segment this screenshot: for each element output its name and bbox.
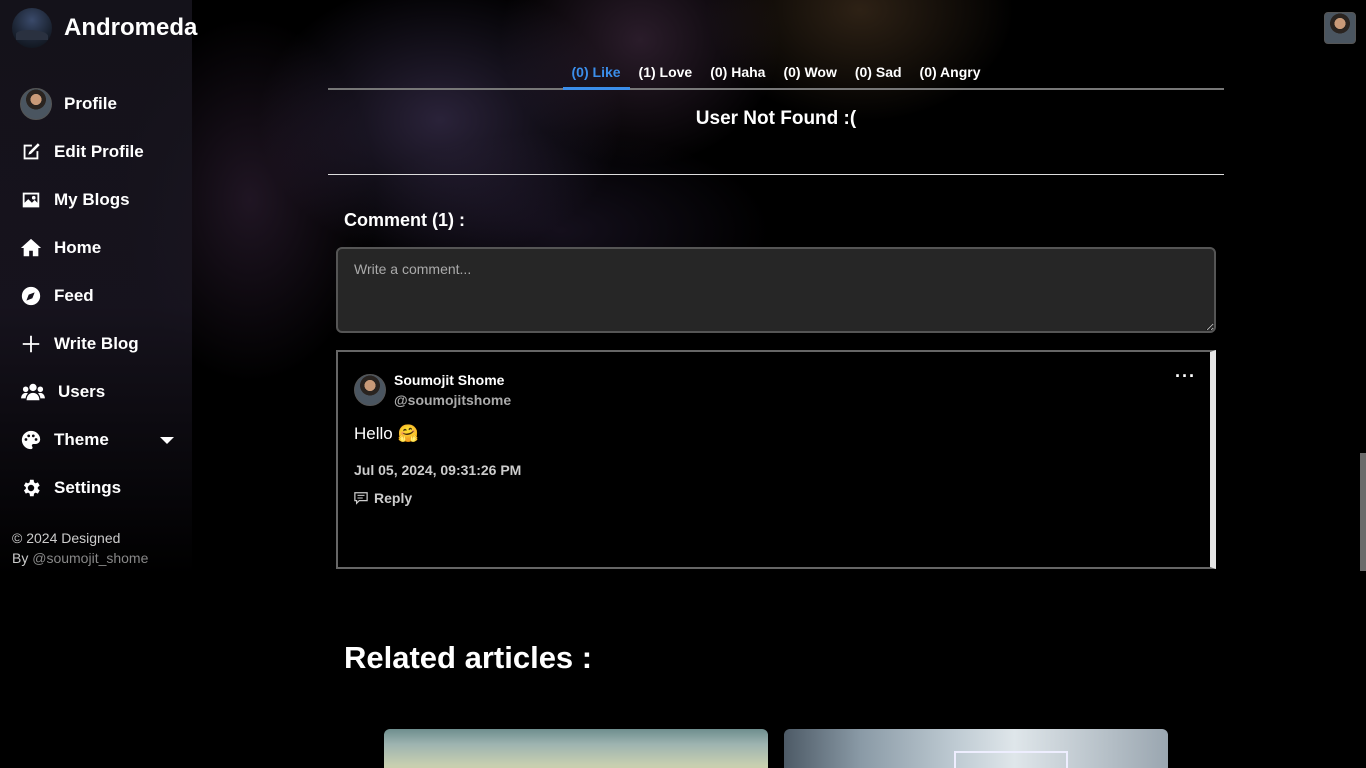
reply-label: Reply (374, 490, 413, 506)
brand-name: Andromeda (64, 14, 198, 41)
home-icon (20, 237, 42, 259)
sidebar-item-label: Home (54, 238, 102, 257)
commenter-name[interactable]: Soumojit Shome (394, 372, 504, 388)
caret-down-icon[interactable] (160, 436, 174, 444)
copyright-by: By @soumojit_shome (12, 548, 148, 568)
tab-like[interactable]: (0) Like (562, 56, 630, 90)
reaction-tabs: (0) Like (1) Love (0) Haha (0) Wow (0) S… (328, 56, 1224, 90)
sidebar-item-write-blog[interactable]: Write Blog (0, 320, 192, 368)
comment-input[interactable] (336, 247, 1216, 333)
sidebar-item-my-blogs[interactable]: My Blogs (0, 176, 192, 224)
sidebar-nav: Profile Edit Profile My Blogs Home Feed (0, 80, 192, 512)
sidebar-item-label: Feed (54, 286, 94, 305)
tab-angry[interactable]: (0) Angry (911, 56, 990, 90)
tab-love[interactable]: (1) Love (630, 56, 702, 90)
comment-card: Soumojit Shome @soumojitshome ··· Hello … (336, 350, 1216, 569)
tab-sad[interactable]: (0) Sad (846, 56, 911, 90)
sidebar: Andromeda Profile Edit Profile My Blogs … (0, 0, 197, 768)
palette-icon (20, 429, 42, 451)
page-scrollbar[interactable] (1360, 453, 1366, 571)
comment-text: Hello 🤗 (354, 424, 419, 443)
related-article-thumbnail[interactable] (384, 729, 768, 768)
user-avatar-button[interactable] (1324, 12, 1356, 44)
empty-reactions-message: User Not Found :( (695, 108, 857, 129)
comments-heading: Comment (1) : (344, 210, 465, 230)
comment-icon (354, 492, 368, 505)
sidebar-item-label: Users (58, 382, 106, 401)
sidebar-item-label: Theme (54, 430, 109, 449)
commenter-handle[interactable]: @soumojitshome (394, 392, 511, 408)
users-icon (20, 381, 46, 403)
related-article-thumbnail[interactable] (784, 729, 1168, 768)
sidebar-item-label: Edit Profile (54, 142, 144, 161)
tab-wow[interactable]: (0) Wow (774, 56, 845, 90)
sidebar-item-label: Write Blog (54, 334, 139, 353)
copyright-line: © 2024 Designed (12, 530, 121, 546)
copyright-by-label: By (12, 550, 33, 566)
copyright-handle[interactable]: @soumojit_shome (32, 550, 148, 566)
comment-timestamp: Jul 05, 2024, 09:31:26 PM (354, 462, 522, 478)
compass-icon (20, 285, 42, 307)
divider (328, 174, 1224, 175)
gear-icon (20, 477, 42, 499)
sidebar-item-settings[interactable]: Settings (0, 464, 192, 512)
sidebar-item-edit-profile[interactable]: Edit Profile (0, 128, 192, 176)
sidebar-item-users[interactable]: Users (0, 368, 192, 416)
brand[interactable]: Andromeda (12, 8, 197, 48)
edit-icon (20, 141, 42, 163)
sidebar-item-label: My Blogs (54, 190, 130, 209)
reply-button[interactable]: Reply (354, 490, 412, 506)
tab-haha[interactable]: (0) Haha (701, 56, 774, 90)
sidebar-item-theme[interactable]: Theme (0, 416, 192, 464)
image-icon (20, 189, 42, 211)
copyright: © 2024 Designed By @soumojit_shome (12, 528, 148, 568)
sidebar-item-home[interactable]: Home (0, 224, 192, 272)
avatar (20, 88, 52, 120)
sidebar-item-label: Profile (64, 94, 117, 113)
plus-icon (20, 333, 42, 355)
sidebar-item-feed[interactable]: Feed (0, 272, 192, 320)
sidebar-item-label: Settings (54, 478, 122, 497)
brand-logo (12, 8, 52, 48)
more-options-icon[interactable]: ··· (1175, 366, 1196, 387)
commenter-avatar[interactable] (354, 374, 386, 406)
related-articles-heading: Related articles : (344, 640, 593, 675)
sidebar-item-profile[interactable]: Profile (0, 80, 192, 128)
